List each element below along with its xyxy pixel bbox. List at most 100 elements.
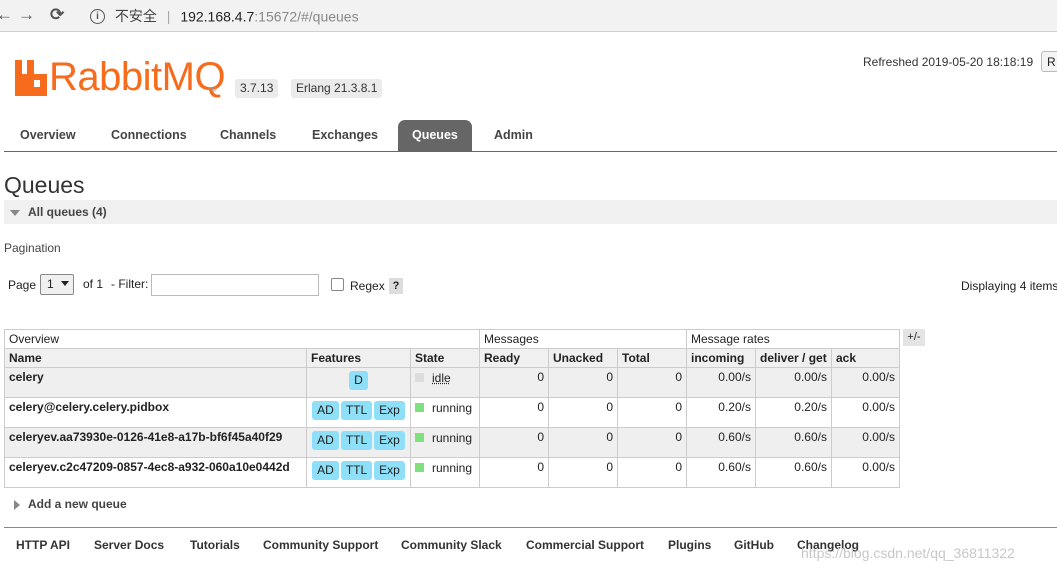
- back-icon[interactable]: ←: [0, 5, 13, 25]
- running-indicator-icon: [415, 463, 424, 473]
- total-cell: 0: [617, 427, 687, 458]
- incoming-cell: 0.60/s: [686, 427, 756, 458]
- col-ready[interactable]: Ready: [479, 348, 549, 368]
- feature-badge: Exp: [374, 431, 405, 450]
- footer-link-plugins[interactable]: Plugins: [668, 538, 711, 552]
- footer-link-tutorials[interactable]: Tutorials: [190, 538, 240, 552]
- refreshed-timestamp: Refreshed 2019-05-20 18:18:19: [863, 55, 1034, 69]
- unacked-cell: 0: [548, 367, 618, 398]
- features-cell: D: [306, 367, 411, 398]
- ready-cell: 0: [479, 427, 549, 458]
- feature-badge: Exp: [374, 461, 405, 480]
- features-cell: AD TTL Exp: [306, 457, 411, 488]
- all-queues-toggle[interactable]: All queues (4): [4, 200, 1057, 224]
- feature-badge: Exp: [374, 401, 405, 420]
- feature-badge: TTL: [340, 461, 373, 480]
- table-row[interactable]: celeryev.c2c47209-0857-4ec8-a932-060a10e…: [4, 457, 900, 488]
- table-column-header: Name Features State Ready Unacked Total …: [4, 348, 900, 368]
- regex-label: Regex: [350, 279, 385, 293]
- running-indicator-icon: [415, 433, 424, 443]
- ready-cell: 0: [479, 457, 549, 488]
- feature-badge: AD: [312, 431, 339, 450]
- tab-overview[interactable]: Overview: [6, 120, 90, 151]
- table-row[interactable]: celeryev.aa73930e-0126-41e8-a17b-bf6f45a…: [4, 427, 900, 458]
- browser-toolbar: ← → ⟳ i 不安全 | 192.168.4.7:15672/#/queues: [0, 0, 1057, 32]
- footer-link-community-support[interactable]: Community Support: [263, 538, 378, 552]
- ack-cell: 0.00/s: [831, 457, 900, 488]
- footer-link-community-slack[interactable]: Community Slack: [401, 538, 502, 552]
- tab-channels[interactable]: Channels: [206, 120, 290, 151]
- displaying-count: Displaying 4 items: [961, 279, 1057, 293]
- main-nav-tabs: Overview Connections Channels Exchanges …: [4, 120, 1057, 152]
- feature-badge: AD: [312, 401, 339, 420]
- queue-name-link[interactable]: celery: [4, 367, 307, 398]
- deliver-get-cell: 0.20/s: [755, 397, 832, 428]
- regex-checkbox[interactable]: [331, 278, 344, 291]
- queue-name-link[interactable]: celeryev.c2c47209-0857-4ec8-a932-060a10e…: [4, 457, 307, 488]
- col-incoming[interactable]: incoming: [686, 348, 756, 368]
- state-cell: running: [410, 397, 480, 428]
- help-icon[interactable]: ?: [389, 278, 403, 294]
- col-deliver-get[interactable]: deliver / get: [755, 348, 832, 368]
- page-label: Page: [8, 278, 37, 292]
- deliver-get-cell: 0.60/s: [755, 427, 832, 458]
- trademark: TM: [208, 88, 217, 94]
- col-state[interactable]: State: [410, 348, 480, 368]
- page-select[interactable]: 1: [40, 274, 74, 295]
- col-ack[interactable]: ack: [831, 348, 900, 368]
- state-text: running: [432, 430, 473, 445]
- incoming-cell: 0.00/s: [686, 367, 756, 398]
- forward-icon[interactable]: →: [18, 5, 35, 25]
- queue-name-link[interactable]: celery@celery.celery.pidbox: [4, 397, 307, 428]
- reload-icon[interactable]: ⟳: [50, 5, 64, 25]
- add-queue-toggle[interactable]: Add a new queue: [4, 494, 127, 514]
- queues-table: Overview Messages Message rates Name Fea…: [4, 329, 900, 488]
- ready-cell: 0: [479, 367, 549, 398]
- col-total[interactable]: Total: [617, 348, 687, 368]
- idle-indicator-icon: [415, 373, 424, 383]
- footer-link-server-docs[interactable]: Server Docs: [94, 538, 164, 552]
- total-cell: 0: [617, 367, 687, 398]
- refresh-interval-select[interactable]: R: [1041, 51, 1057, 72]
- incoming-cell: 0.20/s: [686, 397, 756, 428]
- ack-cell: 0.00/s: [831, 367, 900, 398]
- col-unacked[interactable]: Unacked: [548, 348, 618, 368]
- ack-cell: 0.00/s: [831, 427, 900, 458]
- tab-admin[interactable]: Admin: [480, 120, 547, 151]
- tab-connections[interactable]: Connections: [97, 120, 201, 151]
- feature-badge: TTL: [340, 401, 373, 420]
- state-text: running: [432, 400, 473, 415]
- filter-input[interactable]: [151, 274, 319, 296]
- state-text: running: [432, 460, 473, 475]
- total-cell: 0: [617, 397, 687, 428]
- pagination-label: Pagination: [4, 241, 61, 255]
- ack-cell: 0.00/s: [831, 397, 900, 428]
- address-bar[interactable]: i 不安全 | 192.168.4.7:15672/#/queues: [84, 4, 1054, 26]
- erlang-badge: Erlang 21.3.8.1: [291, 79, 383, 98]
- queue-name-link[interactable]: celeryev.aa73930e-0126-41e8-a17b-bf6f45a…: [4, 427, 307, 458]
- table-row[interactable]: celery@celery.celery.pidbox AD TTL Exp run…: [4, 397, 900, 428]
- col-name[interactable]: Name: [4, 348, 307, 368]
- deliver-get-cell: 0.00/s: [755, 367, 832, 398]
- page-title: Queues: [4, 172, 85, 198]
- footer-link-commercial-support[interactable]: Commercial Support: [526, 538, 644, 552]
- page-select-value: 1: [47, 277, 54, 291]
- tab-queues[interactable]: Queues: [398, 120, 472, 151]
- all-queues-label: All queues (4): [28, 205, 107, 219]
- unacked-cell: 0: [548, 397, 618, 428]
- tab-exchanges[interactable]: Exchanges: [298, 120, 392, 151]
- filter-label: - Filter:: [111, 277, 149, 291]
- group-overview: Overview: [4, 329, 480, 349]
- group-message-rates: Message rates: [686, 329, 900, 349]
- footer-link-http-api[interactable]: HTTP API: [16, 538, 70, 552]
- incoming-cell: 0.60/s: [686, 457, 756, 488]
- table-group-header: Overview Messages Message rates: [4, 329, 900, 349]
- info-icon[interactable]: i: [90, 8, 105, 24]
- col-features: Features: [306, 348, 411, 368]
- chevron-down-icon: [61, 281, 69, 286]
- column-toggle-button[interactable]: +/-: [903, 329, 925, 346]
- url-host: 192.168.4.7: [180, 8, 255, 25]
- table-row[interactable]: celery D idle 0 0 0 0.00/s 0.00/s 0.00/s: [4, 367, 900, 398]
- footer-link-github[interactable]: GitHub: [734, 538, 774, 552]
- expand-triangle-icon: [14, 499, 20, 510]
